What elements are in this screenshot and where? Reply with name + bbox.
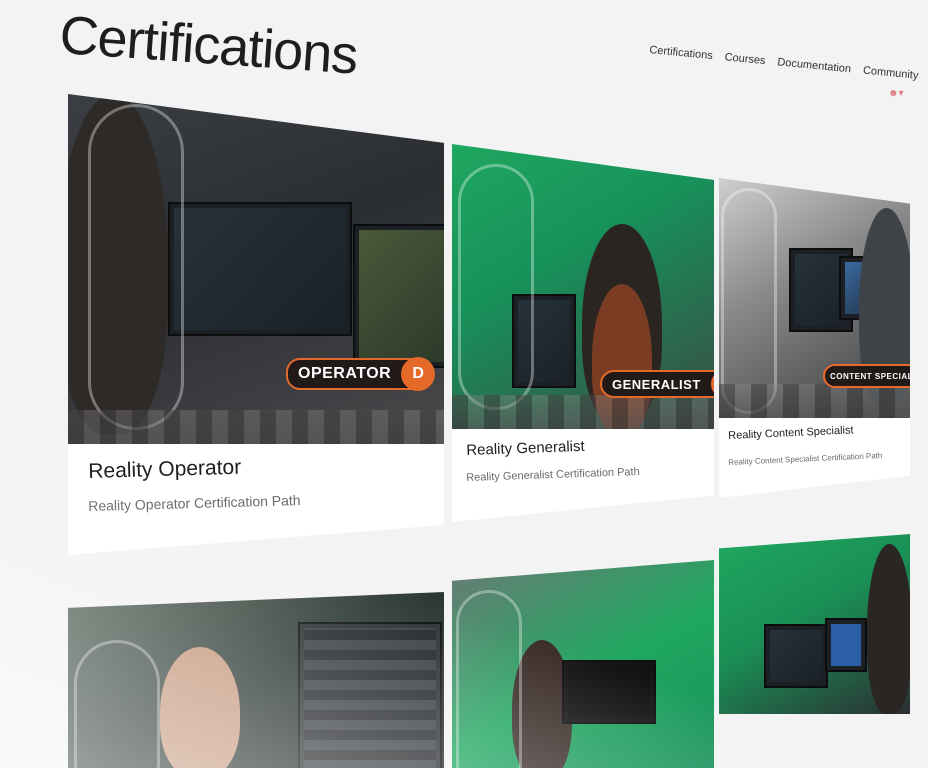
monitor-image [825, 618, 867, 672]
person-image [867, 544, 910, 714]
camera-image [562, 660, 656, 724]
card-title: Reality Operator [88, 455, 242, 483]
card-subtitle: Reality Content Specialist Certification… [728, 451, 883, 467]
page-title: Certifications [57, 4, 360, 86]
generalist-badge: GENERALIST D [600, 370, 714, 398]
card-title: Reality Content Specialist [728, 424, 854, 442]
nav-community[interactable]: Community [862, 65, 919, 82]
equipment-rack-image [298, 622, 442, 768]
arch-decoration [721, 188, 777, 414]
monitor-image [168, 202, 352, 336]
person-image [160, 647, 240, 768]
pixel-decoration [452, 395, 714, 429]
card-subtitle: Reality Operator Certification Path [88, 492, 301, 514]
card-thumbnail [68, 592, 444, 768]
card-thumbnail: GENERALIST D [452, 144, 714, 429]
user-menu[interactable]: ☻▾ [888, 88, 904, 99]
monitor-image [353, 224, 444, 368]
pixel-decoration [719, 384, 910, 418]
card-reality-generalist[interactable]: GENERALIST D Reality Generalist Reality … [452, 144, 714, 522]
card-subtitle: Reality Generalist Certification Path [466, 465, 640, 484]
operator-badge: OPERATOR D [286, 357, 436, 391]
arch-decoration [74, 640, 160, 768]
arch-decoration [88, 104, 184, 430]
nav-courses[interactable]: Courses [724, 51, 766, 67]
card-thumbnail: OPERATOR D [68, 94, 444, 444]
card-title: Reality Generalist [466, 437, 585, 459]
card-reality-content-specialist[interactable]: CONTENT SPECIALIST D Reality Content Spe… [719, 178, 910, 498]
card-thumbnail: CONTENT SPECIALIST D [719, 178, 910, 418]
card-row2-3[interactable] [719, 534, 910, 714]
monitor-image [764, 624, 828, 688]
badge-label: GENERALIST [612, 376, 701, 392]
content-specialist-badge: CONTENT SPECIALIST D [823, 364, 910, 388]
logo-icon: D [710, 370, 714, 398]
card-thumbnail [719, 534, 910, 714]
card-row2-1[interactable] [68, 592, 444, 768]
user-icon: ☻▾ [888, 88, 904, 99]
logo-icon: D [401, 357, 436, 391]
nav-documentation[interactable]: Documentation [777, 56, 852, 75]
arch-decoration [456, 590, 522, 768]
badge-label: OPERATOR [298, 365, 392, 382]
card-thumbnail [452, 560, 714, 768]
arch-decoration [458, 164, 534, 410]
card-reality-operator[interactable]: OPERATOR D Reality Operator Reality Oper… [68, 94, 444, 555]
badge-label: CONTENT SPECIALIST [830, 371, 910, 381]
top-nav: Certifications Courses Documentation Com… [649, 44, 919, 82]
nav-certifications[interactable]: Certifications [649, 44, 713, 62]
card-row2-2[interactable] [452, 560, 714, 768]
pixel-decoration [68, 410, 444, 444]
